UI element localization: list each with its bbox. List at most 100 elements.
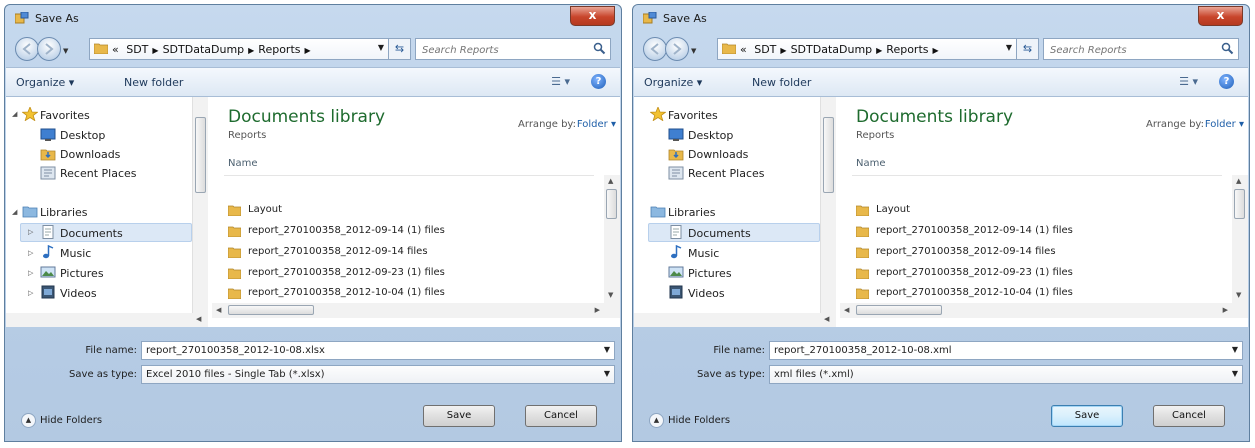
nav-pane-hscrollbar[interactable]: ◀ (6, 313, 208, 327)
column-header-name[interactable]: Name (228, 158, 258, 169)
expand-pictures-icon[interactable]: ▷ (28, 269, 33, 277)
scroll-up-icon[interactable]: ▲ (608, 177, 613, 185)
scroll-left-icon[interactable]: ◀ (216, 306, 221, 314)
chevron-down-icon[interactable]: ▼ (604, 345, 610, 354)
save-as-type-select[interactable]: Excel 2010 files - Single Tab (*.xlsx) ▼ (141, 365, 615, 384)
expand-documents-icon[interactable]: ▷ (28, 228, 33, 236)
file-list-scrollbar[interactable]: ▲ ▼ (1232, 175, 1248, 303)
breadcrumb-item[interactable]: Reports (258, 43, 300, 56)
chevron-down-icon[interactable]: ▼ (1232, 369, 1238, 378)
breadcrumb-separator-icon[interactable]: ▶ (244, 46, 258, 55)
breadcrumb-item[interactable]: SDT (754, 43, 776, 56)
title-bar[interactable]: Save As x (5, 5, 621, 33)
nav-downloads[interactable]: Downloads (60, 148, 120, 161)
scroll-left-icon[interactable]: ◀ (844, 306, 849, 314)
breadcrumb-item[interactable]: SDTDataDump (791, 43, 873, 56)
help-icon[interactable]: ? (591, 74, 606, 89)
nav-libraries[interactable]: Libraries (668, 206, 716, 219)
file-scroll-thumb[interactable] (606, 189, 617, 219)
expand-libraries-icon[interactable]: ◢ (12, 208, 17, 216)
arrange-by-dropdown[interactable]: Folder ▾ (1205, 119, 1244, 130)
file-name-field[interactable]: report_270100358_2012-10-08.xlsx ▼ (141, 341, 615, 360)
scroll-down-icon[interactable]: ▼ (608, 291, 613, 299)
nav-pane-hscrollbar[interactable]: ◀ (634, 313, 836, 327)
nav-scroll-left-icon[interactable]: ◀ (824, 315, 829, 323)
nav-favorites[interactable]: Favorites (40, 109, 90, 122)
scroll-up-icon[interactable]: ▲ (1236, 177, 1241, 185)
change-view-button[interactable]: ☰ ▾ (1179, 75, 1198, 88)
nav-scroll-thumb[interactable] (195, 117, 206, 193)
close-button[interactable]: x (570, 6, 615, 26)
address-dropdown[interactable]: ▼ (378, 43, 384, 52)
nav-music[interactable]: Music (60, 247, 91, 260)
search-icon[interactable] (1221, 42, 1234, 55)
save-as-type-value[interactable]: Excel 2010 files - Single Tab (*.xlsx) (146, 369, 325, 380)
file-list-hscrollbar[interactable]: ◀ ▶ (212, 303, 620, 318)
help-icon[interactable]: ? (1219, 74, 1234, 89)
nav-pictures[interactable]: Pictures (688, 267, 732, 280)
nav-recent-places[interactable]: Recent Places (60, 167, 137, 180)
new-folder-button[interactable]: New folder (752, 76, 811, 89)
nav-documents[interactable]: Documents (688, 227, 751, 240)
nav-pictures[interactable]: Pictures (60, 267, 104, 280)
change-view-button[interactable]: ☰ ▾ (551, 75, 570, 88)
organize-button[interactable]: Organize ▾ (16, 76, 74, 89)
nav-scroll-thumb[interactable] (823, 117, 834, 193)
refresh-button[interactable]: ⇆ (389, 38, 411, 60)
save-button[interactable]: Save (423, 405, 495, 427)
nav-pane-scrollbar[interactable] (820, 97, 836, 313)
save-as-type-value[interactable]: xml files (*.xml) (774, 369, 854, 380)
nav-scroll-left-icon[interactable]: ◀ (196, 315, 201, 323)
cancel-button[interactable]: Cancel (1153, 405, 1225, 427)
search-icon[interactable] (593, 42, 606, 55)
scroll-down-icon[interactable]: ▼ (1236, 291, 1241, 299)
file-list-hscrollbar[interactable]: ◀ ▶ (840, 303, 1248, 318)
breadcrumb-item[interactable]: Reports (886, 43, 928, 56)
address-dropdown[interactable]: ▼ (1006, 43, 1012, 52)
file-name-value[interactable]: report_270100358_2012-10-08.xlsx (146, 345, 325, 356)
scroll-right-icon[interactable]: ▶ (1223, 306, 1228, 314)
nav-videos[interactable]: Videos (60, 287, 97, 300)
close-button[interactable]: x (1198, 6, 1243, 26)
expand-videos-icon[interactable]: ▷ (28, 289, 33, 297)
file-hscroll-thumb[interactable] (856, 305, 942, 315)
save-button[interactable]: Save (1051, 405, 1123, 427)
nav-favorites[interactable]: Favorites (668, 109, 718, 122)
back-button[interactable] (15, 37, 39, 61)
forward-button[interactable] (665, 37, 689, 61)
new-folder-button[interactable]: New folder (124, 76, 183, 89)
hide-folders-button[interactable]: ▲ Hide Folders (649, 413, 730, 428)
breadcrumb-separator-icon[interactable]: ▶ (776, 46, 790, 55)
breadcrumb-separator-icon[interactable]: ▶ (148, 46, 162, 55)
breadcrumb-item[interactable]: SDT (126, 43, 148, 56)
column-header-name[interactable]: Name (856, 158, 886, 169)
breadcrumb-separator-icon[interactable]: ▶ (872, 46, 886, 55)
refresh-button[interactable]: ⇆ (1017, 38, 1039, 60)
file-list-scrollbar[interactable]: ▲ ▼ (604, 175, 620, 303)
nav-videos[interactable]: Videos (688, 287, 725, 300)
nav-desktop[interactable]: Desktop (60, 129, 105, 142)
nav-libraries[interactable]: Libraries (40, 206, 88, 219)
address-bar[interactable]: « SDT ▶ SDTDataDump ▶ Reports ▶ ▼ (717, 38, 1017, 60)
file-name-field[interactable]: report_270100358_2012-10-08.xml ▼ (769, 341, 1243, 360)
breadcrumb-overflow[interactable]: « (740, 43, 747, 56)
search-input[interactable] (1048, 41, 1212, 59)
expand-favorites-icon[interactable]: ◢ (12, 110, 17, 118)
recent-pages-dropdown[interactable]: ▼ (63, 47, 68, 55)
search-input[interactable] (420, 41, 584, 59)
breadcrumb-separator-icon[interactable]: ▶ (929, 46, 943, 55)
arrange-by-dropdown[interactable]: Folder ▾ (577, 119, 616, 130)
file-name-value[interactable]: report_270100358_2012-10-08.xml (774, 345, 952, 356)
chevron-down-icon[interactable]: ▼ (1232, 345, 1238, 354)
expand-music-icon[interactable]: ▷ (28, 249, 33, 257)
forward-button[interactable] (37, 37, 61, 61)
title-bar[interactable]: Save As x (633, 5, 1249, 33)
hide-folders-button[interactable]: ▲ Hide Folders (21, 413, 102, 428)
organize-button[interactable]: Organize ▾ (644, 76, 702, 89)
recent-pages-dropdown[interactable]: ▼ (691, 47, 696, 55)
nav-downloads[interactable]: Downloads (688, 148, 748, 161)
cancel-button[interactable]: Cancel (525, 405, 597, 427)
file-hscroll-thumb[interactable] (228, 305, 314, 315)
nav-music[interactable]: Music (688, 247, 719, 260)
nav-documents[interactable]: Documents (60, 227, 123, 240)
